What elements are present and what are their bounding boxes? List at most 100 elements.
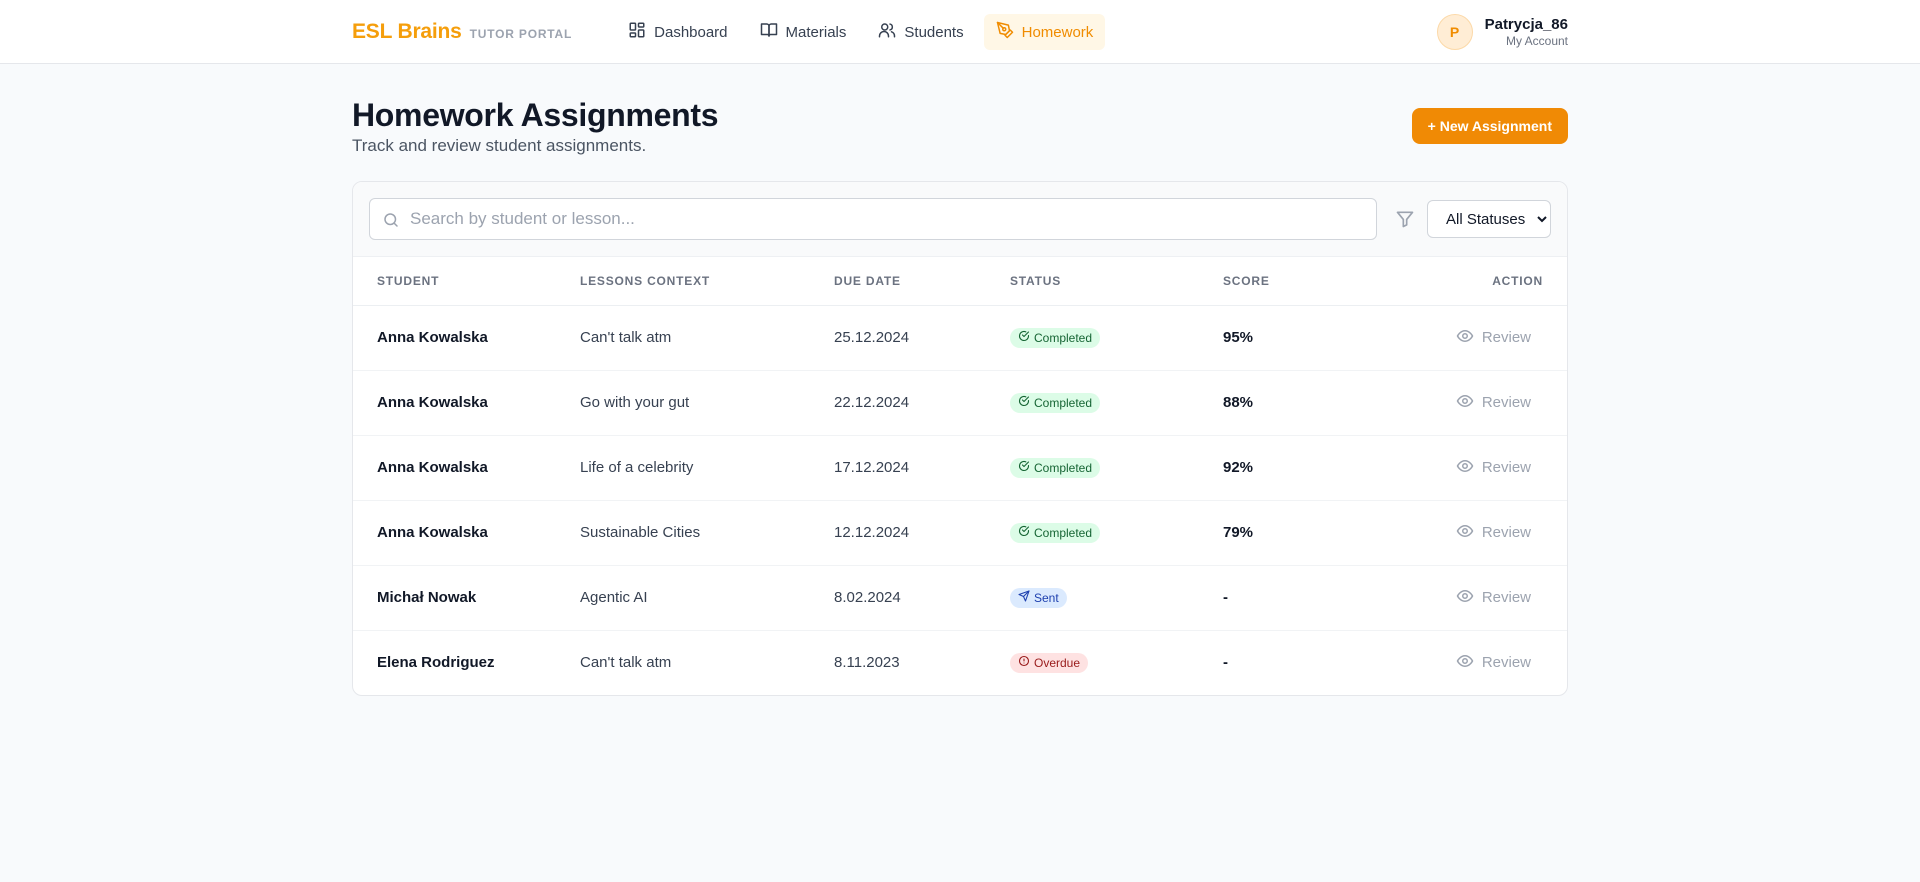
main-nav: Dashboard Materials Students Homework xyxy=(616,14,1106,50)
cell-status: Completed xyxy=(1010,370,1223,436)
new-assignment-button[interactable]: + New Assignment xyxy=(1411,108,1568,144)
cell-student: Anna Kowalska xyxy=(353,435,580,501)
cell-action: Review xyxy=(1323,370,1567,436)
cell-due-date: 17.12.2024 xyxy=(834,435,1010,501)
column-header-due-date: DUE DATE xyxy=(834,257,1010,306)
table-row: Anna Kowalska Life of a celebrity 17.12.… xyxy=(353,435,1567,501)
status-badge-label: Completed xyxy=(1034,330,1093,345)
eye-icon xyxy=(1456,457,1474,479)
nav-item-label: Dashboard xyxy=(654,23,728,41)
main-content: Homework Assignments Track and review st… xyxy=(352,64,1568,696)
nav-item-materials[interactable]: Materials xyxy=(748,14,859,50)
cell-student: Anna Kowalska xyxy=(353,305,580,371)
cell-due-date: 8.02.2024 xyxy=(834,565,1010,631)
status-badge: Completed xyxy=(1010,392,1101,413)
status-badge-label: Sent xyxy=(1034,590,1059,605)
nav-item-students[interactable]: Students xyxy=(866,14,975,50)
check-circle-icon xyxy=(1018,330,1030,345)
cell-student: Anna Kowalska xyxy=(353,500,580,566)
cell-due-date: 25.12.2024 xyxy=(834,305,1010,371)
review-button[interactable]: Review xyxy=(1456,522,1531,544)
cell-status: Overdue xyxy=(1010,630,1223,695)
page-header: Homework Assignments Track and review st… xyxy=(352,96,1568,156)
table-row: Anna Kowalska Sustainable Cities 12.12.2… xyxy=(353,500,1567,566)
grid-icon xyxy=(628,21,646,43)
nav-item-label: Materials xyxy=(785,23,847,41)
page-title: Homework Assignments xyxy=(352,97,719,133)
review-button[interactable]: Review xyxy=(1456,392,1531,414)
check-circle-icon xyxy=(1018,460,1030,475)
review-button[interactable]: Review xyxy=(1456,587,1531,609)
account-text: Patrycja_86 My Account xyxy=(1485,16,1568,48)
filter-bar: All Statuses xyxy=(353,182,1567,257)
send-icon xyxy=(1018,590,1030,605)
review-label: Review xyxy=(1481,524,1531,541)
nav-item-dashboard[interactable]: Dashboard xyxy=(616,14,739,50)
cell-score: 95% xyxy=(1223,305,1323,371)
eye-icon xyxy=(1456,652,1474,674)
eye-icon xyxy=(1456,587,1474,609)
status-badge: Overdue xyxy=(1010,652,1089,673)
filter-icon xyxy=(1395,209,1415,229)
table-row: Elena Rodriguez Can't talk atm 8.11.2023… xyxy=(353,630,1567,695)
cell-due-date: 8.11.2023 xyxy=(834,654,900,672)
status-badge-label: Completed xyxy=(1034,460,1093,475)
account-menu[interactable]: P Patrycja_86 My Account xyxy=(1436,14,1568,50)
table-row: Michał Nowak Agentic AI 8.02.2024 Sent - xyxy=(353,565,1567,631)
cell-action: Review xyxy=(1323,435,1567,501)
cell-score: - xyxy=(1223,565,1323,631)
eye-icon xyxy=(1456,392,1474,414)
nav-item-label: Students xyxy=(904,23,964,41)
review-button[interactable]: Review xyxy=(1456,327,1531,349)
review-button[interactable]: Review xyxy=(1456,457,1531,479)
page-heading: Homework Assignments Track and review st… xyxy=(352,96,719,156)
table-header-row: STUDENT LESSONS CONTEXT DUE DATE STATUS … xyxy=(353,257,1567,306)
top-bar-inner: ESL Brains TUTOR PORTAL Dashboard Materi… xyxy=(352,0,1568,64)
cell-lesson: Life of a celebrity xyxy=(580,435,834,501)
cell-student: Michał Nowak xyxy=(353,565,580,631)
check-circle-icon xyxy=(1018,395,1030,410)
review-button[interactable]: Review xyxy=(1456,652,1531,674)
cell-score: 92% xyxy=(1223,435,1323,501)
account-name: Patrycja_86 xyxy=(1484,16,1568,33)
review-label: Review xyxy=(1481,459,1531,476)
column-header-status: STATUS xyxy=(1010,257,1223,306)
search-input[interactable] xyxy=(370,199,1376,239)
assignments-card: All Statuses STUDENT LESSONS CONTEXT DUE… xyxy=(352,181,1568,696)
brand-name: ESL Brains xyxy=(352,20,462,43)
top-bar: ESL Brains TUTOR PORTAL Dashboard Materi… xyxy=(0,0,1920,64)
cell-action: Review xyxy=(1323,305,1567,371)
pen-tool-icon xyxy=(996,21,1014,43)
cell-due-date: 12.12.2024 xyxy=(834,500,1010,566)
cell-student: Anna Kowalska xyxy=(353,370,580,436)
status-badge: Completed xyxy=(1010,327,1101,348)
review-label: Review xyxy=(1481,654,1531,672)
status-filter-select[interactable]: All Statuses xyxy=(1427,200,1551,238)
cell-lesson: Sustainable Cities xyxy=(580,500,834,566)
cell-score: - xyxy=(1223,654,1228,672)
brand[interactable]: ESL Brains TUTOR PORTAL xyxy=(352,20,572,44)
table-body: Anna Kowalska Can't talk atm 25.12.2024 … xyxy=(353,305,1567,695)
cell-status: Completed xyxy=(1010,305,1223,371)
status-badge-label: Completed xyxy=(1034,395,1093,410)
review-label: Review xyxy=(1481,394,1531,411)
page-subtitle: Track and review student assignments. xyxy=(352,136,647,155)
status-badge: Completed xyxy=(1010,457,1101,478)
column-header-lesson: LESSONS CONTEXT xyxy=(580,257,834,306)
table-header: STUDENT LESSONS CONTEXT DUE DATE STATUS … xyxy=(353,257,1567,306)
book-icon xyxy=(760,21,778,43)
nav-item-homework[interactable]: Homework xyxy=(983,14,1106,50)
cell-student: Elena Rodriguez xyxy=(377,654,495,672)
nav-item-label: Homework xyxy=(1021,23,1094,41)
cell-due-date: 22.12.2024 xyxy=(834,370,1010,436)
brand-subtitle: TUTOR PORTAL xyxy=(469,27,573,41)
column-header-action: ACTION xyxy=(1323,257,1567,306)
alert-circle-icon xyxy=(1018,655,1030,670)
cell-action: Review xyxy=(1323,630,1567,695)
eye-icon xyxy=(1456,522,1474,544)
search-box xyxy=(369,198,1377,240)
cell-lesson: Can't talk atm xyxy=(580,305,834,371)
search-icon xyxy=(382,211,400,229)
cell-score: 79% xyxy=(1223,500,1323,566)
eye-icon xyxy=(1456,327,1474,349)
